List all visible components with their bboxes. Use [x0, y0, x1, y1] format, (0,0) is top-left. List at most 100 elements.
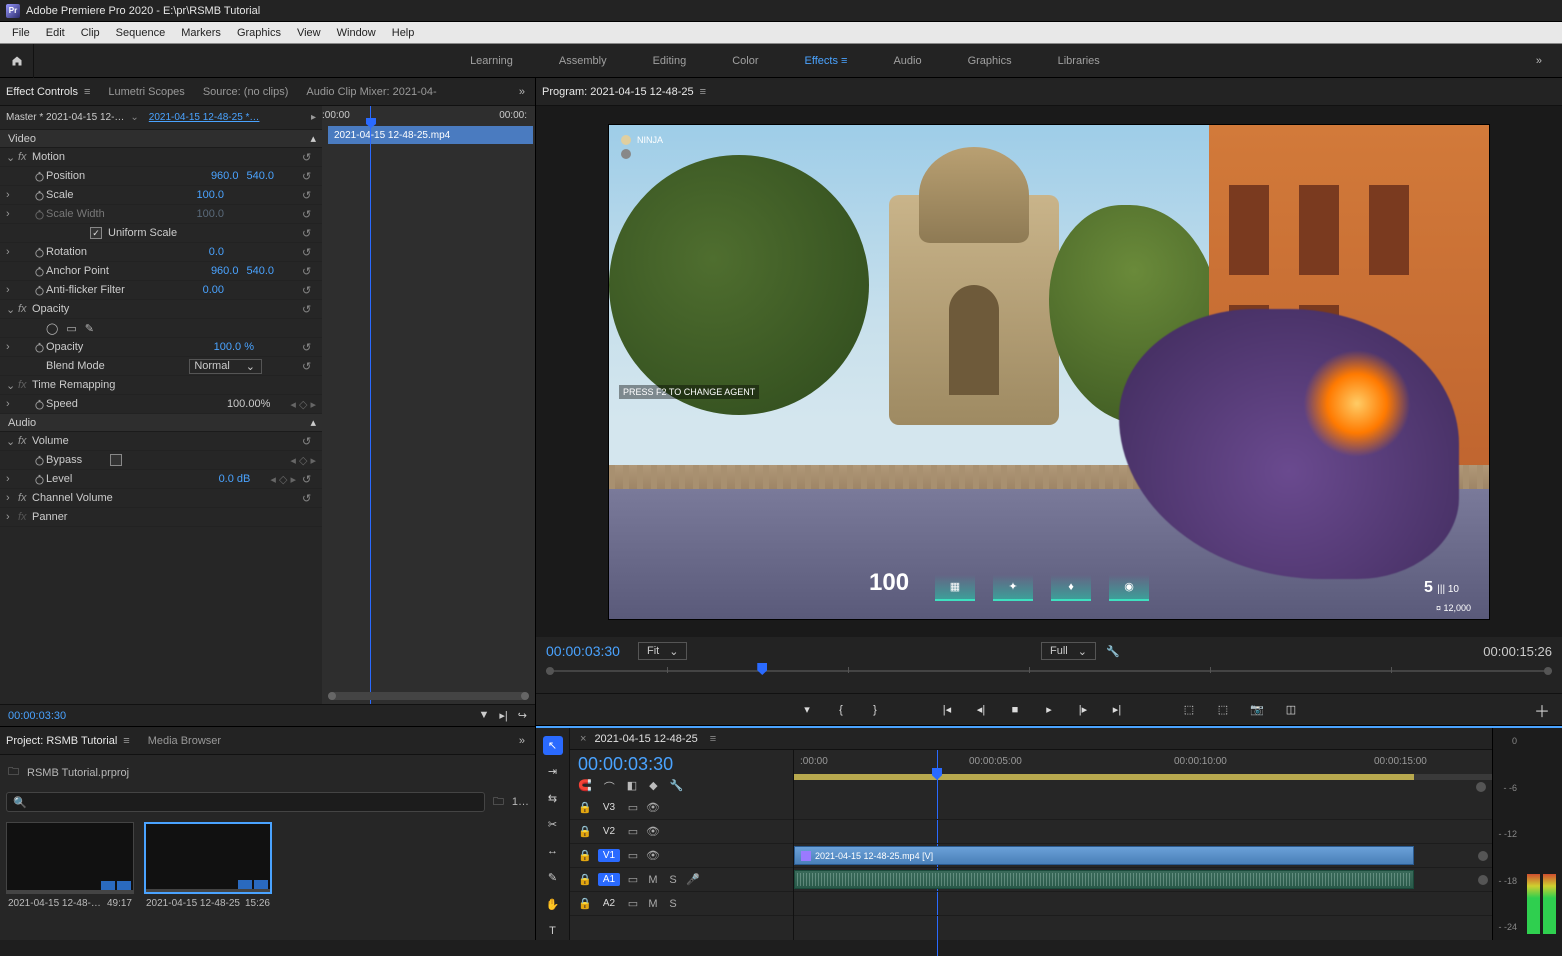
project-thumb[interactable] — [6, 822, 134, 894]
panel-menu-icon[interactable]: ≡ — [123, 735, 129, 747]
panel-menu-icon[interactable]: ≡ — [700, 86, 706, 98]
menu-sequence[interactable]: Sequence — [108, 27, 174, 39]
workspace-overflow-button[interactable]: » — [1536, 55, 1542, 67]
video-clip[interactable]: 2021-04-15 12-48-25.mp4 [V] — [794, 846, 1414, 865]
menu-edit[interactable]: Edit — [38, 27, 73, 39]
type-tool[interactable]: T — [543, 922, 563, 941]
button-editor-icon[interactable]: ＋ — [1534, 698, 1550, 722]
tab-media-browser[interactable]: Media Browser — [148, 735, 221, 747]
track-lane-a1[interactable] — [794, 868, 1492, 892]
project-search-input[interactable]: 🔍 — [6, 792, 485, 812]
track-lanes[interactable]: 2021-04-15 12-48-25.mp4 [V] — [794, 796, 1492, 940]
step-forward-button[interactable]: |▸ — [1075, 702, 1091, 718]
mask-ellipse-icon[interactable]: ◯ — [46, 322, 58, 335]
ec-timeline-view[interactable]: :00:00 00:00: 2021-04-15 12-48-25.mp4 — [322, 106, 535, 704]
filter-icon[interactable]: ▼ — [479, 709, 490, 722]
scroll-handle[interactable] — [1478, 851, 1488, 861]
menu-file[interactable]: File — [4, 27, 38, 39]
stopwatch-icon[interactable] — [32, 285, 46, 296]
sync-lock-icon[interactable]: ▭ — [626, 873, 640, 886]
play-button[interactable]: ▸ — [1041, 702, 1057, 718]
stopwatch-icon[interactable] — [32, 455, 46, 466]
collapse-icon[interactable]: ▴ — [310, 416, 316, 429]
blend-mode-select[interactable]: Normal⌄ — [189, 359, 262, 374]
track-header-v2[interactable]: 🔒V2▭👁 — [570, 820, 793, 844]
fx-badge-icon[interactable]: fx — [18, 492, 32, 504]
snap-icon[interactable]: 🧲 — [578, 779, 592, 795]
stopwatch-icon[interactable] — [32, 342, 46, 353]
ec-play-icon[interactable]: ▸ — [311, 112, 316, 123]
ec-opacity-value[interactable]: 100.0 % — [214, 341, 254, 353]
menu-help[interactable]: Help — [384, 27, 423, 39]
solo-icon[interactable]: S — [666, 898, 680, 910]
caret-icon[interactable]: › — [6, 189, 18, 201]
project-item[interactable]: 2021-04-15 12-48-…49:17 — [6, 822, 134, 909]
mask-rect-icon[interactable]: ▭ — [66, 322, 76, 335]
track-tag[interactable]: A1 — [598, 873, 620, 886]
reset-icon[interactable]: ↺ — [302, 303, 318, 316]
step-back-button[interactable]: ◂| — [973, 702, 989, 718]
close-icon[interactable]: × — [580, 733, 586, 745]
reset-icon[interactable]: ↺ — [302, 170, 318, 183]
solo-icon[interactable]: S — [666, 874, 680, 886]
menu-graphics[interactable]: Graphics — [229, 27, 289, 39]
eye-icon[interactable]: 👁 — [646, 849, 660, 862]
menu-window[interactable]: Window — [329, 27, 384, 39]
tab-program[interactable]: Program: 2021-04-15 12-48-25≡ — [542, 86, 706, 98]
track-header-a2[interactable]: 🔒A2▭MS — [570, 892, 793, 916]
program-scrub-bar[interactable] — [546, 663, 1552, 679]
chevron-down-icon[interactable]: ⌄ — [130, 112, 138, 123]
ec-scrollbar[interactable] — [328, 692, 529, 700]
program-zoom-select[interactable]: Fit⌄ — [638, 642, 687, 660]
source-tabs-overflow[interactable]: » — [519, 86, 525, 98]
stopwatch-icon[interactable] — [32, 247, 46, 258]
reset-icon[interactable]: ↺ — [302, 435, 318, 448]
eye-icon[interactable]: 👁 — [646, 801, 660, 814]
program-playhead-icon[interactable] — [757, 663, 767, 675]
track-lane-v3[interactable] — [794, 796, 1492, 820]
lock-icon[interactable]: 🔒 — [578, 849, 592, 862]
workspace-assembly[interactable]: Assembly — [551, 51, 615, 71]
mic-icon[interactable]: 🎤 — [686, 873, 700, 886]
stopwatch-icon[interactable] — [32, 474, 46, 485]
stopwatch-icon[interactable] — [32, 399, 46, 410]
play-only-icon[interactable]: ▸| — [499, 709, 507, 722]
fx-badge-icon[interactable]: fx — [18, 303, 32, 315]
lock-icon[interactable]: 🔒 — [578, 825, 592, 838]
hand-tool[interactable]: ✋ — [543, 895, 563, 914]
home-button[interactable] — [0, 44, 34, 78]
stopwatch-icon[interactable] — [32, 266, 46, 277]
tab-audio-clip-mixer[interactable]: Audio Clip Mixer: 2021-04- — [306, 86, 436, 98]
menu-markers[interactable]: Markers — [173, 27, 229, 39]
program-video-canvas[interactable]: NINJA PRESS F2 TO CHANGE AGENT 100 ▦✦♦◉ … — [608, 124, 1490, 620]
settings-icon[interactable]: 🔧 — [670, 779, 684, 795]
uniform-scale-checkbox[interactable] — [90, 227, 102, 239]
sync-lock-icon[interactable]: ▭ — [626, 897, 640, 910]
mark-out-button[interactable]: } — [867, 702, 883, 718]
project-item[interactable]: 2021-04-15 12-48-2515:26 — [144, 822, 272, 909]
reset-icon[interactable]: ↺ — [302, 284, 318, 297]
reset-icon[interactable]: ↺ — [302, 473, 318, 486]
reset-icon[interactable]: ↺ — [302, 341, 318, 354]
selection-tool[interactable]: ↖ — [543, 736, 563, 755]
reset-icon[interactable]: ↺ — [302, 151, 318, 164]
ec-sequence-link[interactable]: 2021-04-15 12-48-25 *… — [149, 112, 260, 123]
ec-volume[interactable]: ⌄fx Volume ↺ — [0, 432, 322, 451]
ec-footer-timecode[interactable]: 00:00:03:30 — [8, 710, 66, 722]
ec-level-value[interactable]: 0.0 dB — [219, 473, 251, 485]
ec-position-y[interactable]: 540.0 — [246, 170, 274, 182]
ec-motion[interactable]: ⌄ fx Motion ↺ — [0, 148, 322, 167]
panel-menu-icon[interactable]: ≡ — [710, 733, 716, 745]
keyframe-nav[interactable]: ◂ ◇ ▸ — [290, 398, 316, 411]
tab-effect-controls[interactable]: Effect Controls≡ — [6, 86, 90, 98]
ec-scale-value[interactable]: 100.0 — [196, 189, 224, 201]
timeline-ruler[interactable]: :00:00 00:00:05:00 00:00:10:00 00:00:15:… — [794, 750, 1492, 796]
ruler-end-handle[interactable] — [1476, 782, 1486, 792]
timeline-timecode[interactable]: 00:00:03:30 — [578, 754, 785, 775]
tab-project[interactable]: Project: RSMB Tutorial≡ — [6, 735, 130, 747]
track-tag[interactable]: A2 — [598, 897, 620, 910]
pen-tool[interactable]: ✎ — [543, 869, 563, 888]
go-to-out-button[interactable]: ▸| — [1109, 702, 1125, 718]
reset-icon[interactable]: ↺ — [302, 208, 318, 221]
reset-icon[interactable]: ↺ — [302, 246, 318, 259]
